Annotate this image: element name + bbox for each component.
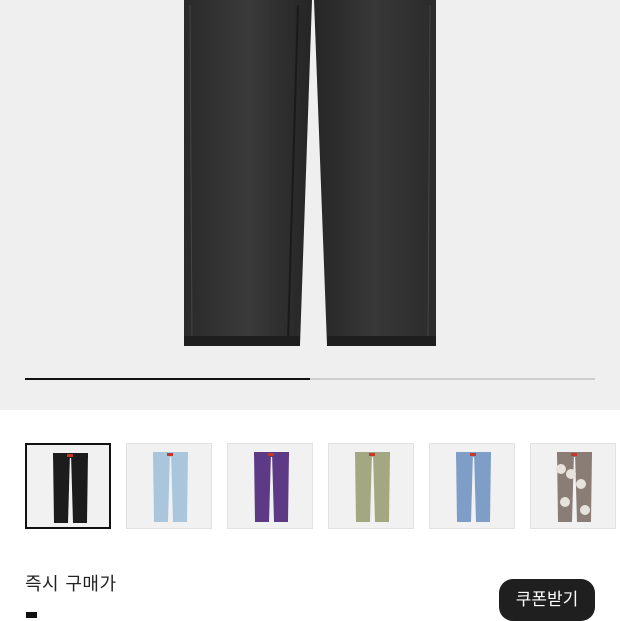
thumbnail-jeans-image xyxy=(254,452,289,522)
price-value-fragment xyxy=(26,612,37,618)
thumbnail-light-blue[interactable] xyxy=(126,443,212,529)
gallery-progress-fill xyxy=(25,378,310,380)
get-coupon-button[interactable]: 쿠폰받기 xyxy=(499,579,595,621)
product-jeans-image xyxy=(184,0,436,346)
product-image[interactable] xyxy=(0,0,620,410)
thumbnail-jeans-image xyxy=(153,452,188,522)
instant-buy-price-label: 즉시 구매가 xyxy=(25,574,117,595)
thumbnail-jeans-image xyxy=(53,453,88,523)
thumbnail-jeans-image xyxy=(556,452,592,522)
thumbnail-jeans-image xyxy=(456,452,491,522)
thumbnail-blue[interactable] xyxy=(429,443,515,529)
thumbnail-black[interactable] xyxy=(25,443,111,529)
gallery-progress-bar[interactable] xyxy=(25,378,595,380)
thumbnail-list xyxy=(25,443,620,533)
thumbnail-pattern[interactable] xyxy=(530,443,616,529)
thumbnail-jeans-image xyxy=(355,452,390,522)
thumbnail-purple[interactable] xyxy=(227,443,313,529)
thumbnail-olive[interactable] xyxy=(328,443,414,529)
